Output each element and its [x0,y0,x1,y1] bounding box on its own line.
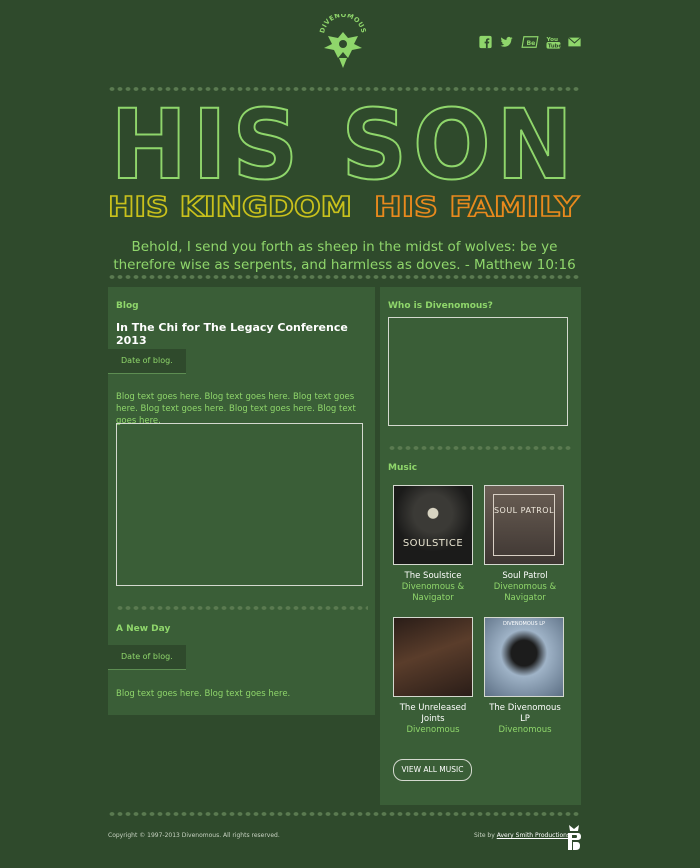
post-media [116,423,363,586]
album-card[interactable]: DIVENOMOUS LP The Divenomous LP Divenomo… [484,617,566,736]
post-title[interactable]: In The Chi for The Legacy Conference 201… [116,321,375,347]
subtitle-family: HIS FAMILY [373,189,581,225]
album-artist: Divenomous [498,725,552,735]
copyright-text: Copyright © 1997-2013 Divenomous. All ri… [108,832,280,839]
album-artist: Divenomous & Navigator [493,582,557,603]
svg-text:HIS FAMILY: HIS FAMILY [374,191,580,221]
post-title[interactable]: A New Day [116,624,170,634]
blog-section-title: Blog [116,301,139,311]
post-body: Blog text goes here. Blog text goes here… [116,689,291,699]
svg-text:Be: Be [527,40,536,47]
post-date: Date of blog. [108,349,186,374]
site-logo[interactable]: DIVENOMOUS [318,11,368,72]
svg-text:DIVENOMOUS: DIVENOMOUS [318,14,368,34]
hero-title: HIS SON [108,88,581,202]
decorative-divider [116,605,368,611]
sidebar-panel: Who is Divenomous? Music SOULSTICE The S… [380,287,581,805]
album-card[interactable]: The Unreleased Joints Divenomous [393,617,473,736]
album-cover[interactable]: SOULSTICE [393,485,473,565]
credit-logo-icon[interactable] [566,823,582,853]
album-title[interactable]: The Unreleased Joints [393,703,473,725]
site-credit: Site by Avery Smith Productions [474,832,570,839]
album-cover[interactable] [393,617,473,697]
svg-text:HIS KINGDOM: HIS KINGDOM [108,191,352,221]
album-cover[interactable]: DIVENOMOUS LP [484,617,564,697]
site-credit-prefix: Site by [474,832,495,839]
social-links: Be You Tube [478,35,582,49]
decorative-divider [108,274,581,280]
facebook-icon[interactable] [478,35,493,49]
decorative-divider [108,811,581,817]
site-credit-link[interactable]: Avery Smith Productions [497,832,570,839]
svg-text:Tube: Tube [548,43,561,49]
album-title[interactable]: Soul Patrol [484,571,566,582]
twitter-icon[interactable] [499,35,514,49]
post-body: Blog text goes here. Blog text goes here… [116,392,356,426]
album-card[interactable]: SOULSTICE The Soulstice Divenomous & Nav… [393,485,473,604]
album-artist: Divenomous & Navigator [401,582,465,603]
about-media [388,317,568,426]
post-date: Date of blog. [108,645,186,670]
youtube-icon[interactable]: You Tube [546,35,561,49]
decorative-divider [108,86,581,92]
svg-text:HIS SON: HIS SON [111,98,579,188]
about-section-title: Who is Divenomous? [388,301,493,311]
subtitle-kingdom: HIS KINGDOM [107,189,354,225]
music-section-title: Music [388,463,418,473]
view-all-music-button[interactable]: VIEW ALL MUSIC [393,759,472,781]
email-icon[interactable] [567,35,582,49]
album-artist: Divenomous [406,725,460,735]
album-title[interactable]: The Divenomous LP [484,703,566,725]
blog-panel: Blog In The Chi for The Legacy Conferenc… [108,287,375,715]
scripture-verse: Behold, I send you forth as sheep in the… [113,239,576,273]
album-cover[interactable]: SOUL PATROL [484,485,564,565]
behance-icon[interactable]: Be [520,35,540,49]
album-card[interactable]: SOUL PATROL Soul Patrol Divenomous & Nav… [484,485,566,604]
album-title[interactable]: The Soulstice [393,571,473,582]
decorative-divider [388,445,573,451]
